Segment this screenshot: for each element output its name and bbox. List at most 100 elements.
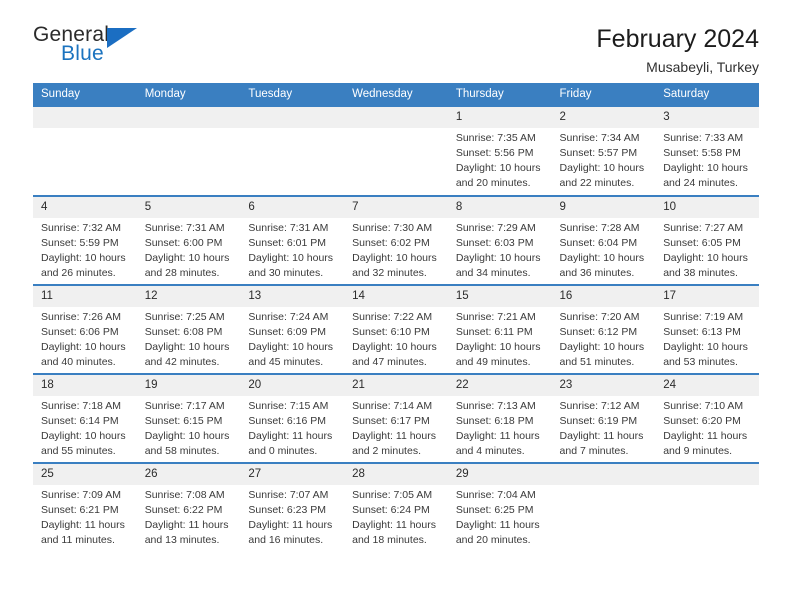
- sunrise-text: Sunrise: 7:20 AM: [559, 311, 640, 324]
- calendar-day-cell[interactable]: 19 Sunrise: 7:17 AM Sunset: 6:15 PM Dayligh…: [136, 372, 241, 463]
- calendar-day-cell[interactable]: 12 Sunrise: 7:25 AM Sunset: 6:08 PM Dayligh…: [136, 283, 241, 374]
- calendar-day-cell[interactable]: 26 Sunrise: 7:08 AM Sunset: 6:22 PM Dayligh…: [136, 461, 241, 552]
- calendar-day-cell[interactable]: 15 Sunrise: 7:21 AM Sunset: 6:11 PM Dayligh…: [447, 283, 552, 374]
- day-sun-info: Sunrise: 7:15 AM Sunset: 6:16 PM Daylight:…: [240, 396, 344, 459]
- calendar-day-cell[interactable]: 18 Sunrise: 7:18 AM Sunset: 6:14 PM Dayligh…: [33, 372, 137, 463]
- general-blue-logo[interactable]: General Blue: [33, 24, 163, 76]
- sunrise-text: Sunrise: 7:05 AM: [352, 489, 433, 502]
- sunrise-text: Sunrise: 7:29 AM: [455, 222, 536, 235]
- calendar-day-cell[interactable]: 14 Sunrise: 7:22 AM Sunset: 6:10 PM Dayligh…: [344, 283, 448, 374]
- day-sun-info: Sunrise: 7:33 AM Sunset: 5:58 PM Daylight:…: [655, 128, 759, 191]
- calendar-day-cell[interactable]: 24 Sunrise: 7:10 AM Sunset: 6:20 PM Dayligh…: [655, 372, 759, 463]
- daylight-text: Daylight: 10 hours: [248, 252, 334, 265]
- calendar-day-cell[interactable]: 25 Sunrise: 7:09 AM Sunset: 6:21 PM Dayligh…: [33, 461, 137, 552]
- day-number: 15: [447, 285, 552, 308]
- sunset-text: Sunset: 6:23 PM: [248, 504, 327, 517]
- daylight-text: and 55 minutes.: [41, 445, 116, 457]
- calendar-day-cell[interactable]: 9 Sunrise: 7:28 AM Sunset: 6:04 PM Daylight…: [551, 194, 656, 285]
- day-number: [33, 106, 137, 129]
- calendar-day-cell[interactable]: 5 Sunrise: 7:31 AM Sunset: 6:00 PM Daylight…: [136, 194, 241, 285]
- weekday-header-wednesday: Wednesday: [344, 83, 448, 107]
- daylight-text: Daylight: 10 hours: [455, 252, 541, 265]
- day-number: [551, 463, 656, 486]
- sunset-text: Sunset: 6:20 PM: [663, 415, 741, 428]
- calendar-day-cell[interactable]: 17 Sunrise: 7:19 AM Sunset: 6:13 PM Dayligh…: [655, 283, 759, 374]
- calendar-day-cell[interactable]: 8 Sunrise: 7:29 AM Sunset: 6:03 PM Daylight…: [447, 194, 552, 285]
- daylight-text: Daylight: 10 hours: [352, 252, 437, 265]
- daylight-text: and 24 minutes.: [663, 177, 738, 189]
- calendar-day-cell[interactable]: 11 Sunrise: 7:26 AM Sunset: 6:06 PM Dayligh…: [33, 283, 137, 374]
- daylight-text: and 40 minutes.: [41, 356, 116, 368]
- calendar-body: 1 Sunrise: 7:35 AM Sunset: 5:56 PM Daylight…: [33, 106, 759, 552]
- sunset-text: Sunset: 6:08 PM: [144, 326, 223, 339]
- sunset-text: Sunset: 6:17 PM: [352, 415, 430, 428]
- daylight-text: and 7 minutes.: [559, 445, 629, 457]
- day-sun-info: Sunrise: 7:04 AM Sunset: 6:25 PM Daylight:…: [448, 485, 552, 548]
- calendar-day-cell[interactable]: 6 Sunrise: 7:31 AM Sunset: 6:01 PM Daylight…: [240, 194, 345, 285]
- daylight-text: and 20 minutes.: [455, 534, 531, 546]
- daylight-text: Daylight: 11 hours: [248, 519, 333, 532]
- calendar-day-cell[interactable]: 21 Sunrise: 7:14 AM Sunset: 6:17 PM Dayligh…: [344, 372, 448, 463]
- calendar-cell-empty: [551, 461, 656, 552]
- sunrise-text: Sunrise: 7:25 AM: [144, 311, 225, 324]
- sunrise-text: Sunrise: 7:12 AM: [559, 400, 640, 413]
- day-number: [240, 106, 345, 129]
- calendar-cell-empty: [240, 106, 345, 196]
- daylight-text: and 36 minutes.: [559, 267, 635, 279]
- weekday-header-saturday: Saturday: [655, 83, 759, 107]
- day-sun-info: Sunrise: 7:30 AM Sunset: 6:02 PM Daylight:…: [344, 218, 448, 281]
- day-number: 3: [655, 106, 759, 129]
- weekday-header-tuesday: Tuesday: [240, 83, 345, 107]
- day-number: 25: [33, 463, 137, 486]
- calendar-day-cell[interactable]: 27 Sunrise: 7:07 AM Sunset: 6:23 PM Dayligh…: [240, 461, 345, 552]
- day-sun-info: Sunrise: 7:31 AM Sunset: 6:00 PM Daylight:…: [137, 218, 241, 281]
- calendar-day-cell[interactable]: 7 Sunrise: 7:30 AM Sunset: 6:02 PM Daylight…: [344, 194, 448, 285]
- calendar-day-cell[interactable]: 16 Sunrise: 7:20 AM Sunset: 6:12 PM Dayligh…: [551, 283, 656, 374]
- calendar-day-cell[interactable]: 29 Sunrise: 7:04 AM Sunset: 6:25 PM Dayligh…: [447, 461, 552, 552]
- day-sun-info: Sunrise: 7:07 AM Sunset: 6:23 PM Daylight:…: [240, 485, 344, 548]
- calendar-day-cell[interactable]: 20 Sunrise: 7:15 AM Sunset: 6:16 PM Dayligh…: [240, 372, 345, 463]
- day-number: 12: [136, 285, 241, 308]
- daylight-text: and 58 minutes.: [144, 445, 220, 457]
- daylight-text: Daylight: 10 hours: [144, 430, 230, 443]
- calendar-day-cell[interactable]: 28 Sunrise: 7:05 AM Sunset: 6:24 PM Dayligh…: [344, 461, 448, 552]
- day-number: 29: [447, 463, 552, 486]
- daylight-text: and 11 minutes.: [41, 534, 115, 546]
- daylight-text: and 16 minutes.: [248, 534, 324, 546]
- calendar-cell-empty: [344, 106, 448, 196]
- sunrise-text: Sunrise: 7:19 AM: [663, 311, 744, 324]
- sunrise-text: Sunrise: 7:24 AM: [248, 311, 329, 324]
- calendar-day-cell[interactable]: 4 Sunrise: 7:32 AM Sunset: 5:59 PM Daylight…: [33, 194, 137, 285]
- day-sun-info: Sunrise: 7:12 AM Sunset: 6:19 PM Daylight:…: [552, 396, 656, 459]
- sunrise-text: Sunrise: 7:32 AM: [41, 222, 121, 235]
- daylight-text: and 28 minutes.: [144, 267, 220, 279]
- sunset-text: Sunset: 6:24 PM: [352, 504, 430, 517]
- sunrise-text: Sunrise: 7:27 AM: [663, 222, 744, 235]
- sunset-text: Sunset: 5:59 PM: [41, 237, 119, 250]
- daylight-text: Daylight: 10 hours: [144, 341, 230, 354]
- sunset-text: Sunset: 5:56 PM: [455, 147, 534, 160]
- daylight-text: Daylight: 10 hours: [663, 162, 748, 175]
- calendar-day-cell[interactable]: 22 Sunrise: 7:13 AM Sunset: 6:18 PM Dayligh…: [447, 372, 552, 463]
- sunrise-sunset-calendar: Sunday Monday Tuesday Wednesday Thursday Frid…: [33, 83, 759, 552]
- daylight-text: and 30 minutes.: [248, 267, 324, 279]
- sunrise-text: Sunrise: 7:28 AM: [559, 222, 640, 235]
- calendar-day-cell[interactable]: 10 Sunrise: 7:27 AM Sunset: 6:05 PM Dayligh…: [655, 194, 759, 285]
- logo-text-blue: Blue: [61, 42, 104, 65]
- calendar-day-cell[interactable]: 23 Sunrise: 7:12 AM Sunset: 6:19 PM Dayligh…: [551, 372, 656, 463]
- sunset-text: Sunset: 6:02 PM: [352, 237, 430, 250]
- calendar-day-cell[interactable]: 3 Sunrise: 7:33 AM Sunset: 5:58 PM Daylight…: [655, 106, 759, 196]
- day-sun-info: Sunrise: 7:20 AM Sunset: 6:12 PM Daylight:…: [552, 307, 656, 370]
- day-number: 24: [655, 374, 759, 397]
- daylight-text: Daylight: 10 hours: [41, 430, 126, 443]
- daylight-text: Daylight: 10 hours: [559, 341, 645, 354]
- daylight-text: Daylight: 10 hours: [455, 341, 541, 354]
- sunset-text: Sunset: 6:00 PM: [144, 237, 223, 250]
- calendar-cell-empty: [33, 106, 137, 196]
- calendar-day-cell[interactable]: 13 Sunrise: 7:24 AM Sunset: 6:09 PM Dayligh…: [240, 283, 345, 374]
- sunrise-text: Sunrise: 7:22 AM: [352, 311, 433, 324]
- daylight-text: Daylight: 10 hours: [455, 162, 541, 175]
- calendar-day-cell[interactable]: 2 Sunrise: 7:34 AM Sunset: 5:57 PM Daylight…: [551, 106, 656, 196]
- calendar-day-cell[interactable]: 1 Sunrise: 7:35 AM Sunset: 5:56 PM Daylight…: [447, 106, 552, 196]
- day-number: [655, 463, 759, 486]
